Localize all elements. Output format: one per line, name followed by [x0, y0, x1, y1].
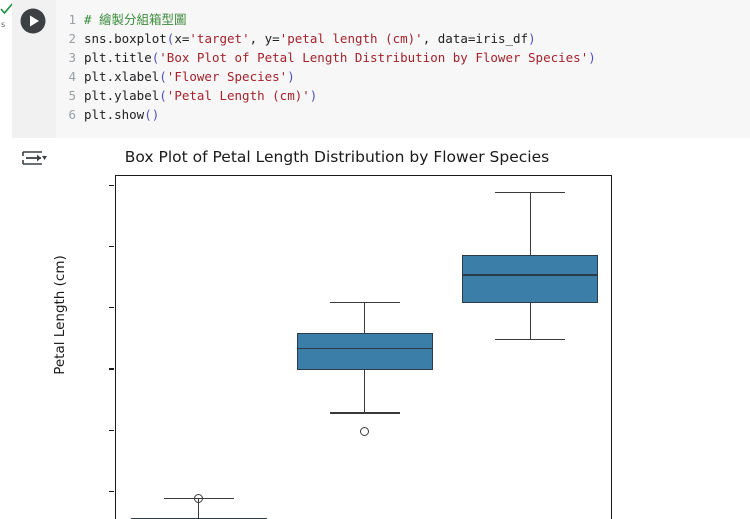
line-number: 5	[68, 88, 76, 103]
line-number: 2	[68, 31, 76, 46]
code-line: 3 plt.title('Box Plot of Petal Length Dis…	[56, 48, 750, 67]
code-line: 6 plt.show()	[56, 105, 750, 124]
whisker-upper	[363, 302, 366, 334]
chart-title: Box Plot of Petal Length Distribution by…	[124, 148, 550, 166]
code-token-plain: plt.show	[84, 107, 145, 122]
run-cell-button[interactable]	[20, 8, 46, 34]
code-editor[interactable]: 1 # 繪製分組箱型圖 2 sns.boxplot ( x='target', y='pe…	[56, 0, 750, 138]
line-number: 1	[68, 12, 76, 27]
code-token-plain: x=	[174, 31, 190, 46]
plot-axes	[115, 175, 612, 519]
box-iqr	[296, 333, 433, 371]
code-token-plain: , y=	[249, 31, 280, 46]
cell-output: Box Plot of Petal Length Distribution by…	[12, 138, 750, 519]
code-token-punct: )	[528, 31, 536, 46]
code-line: 4 plt.xlabel('Flower Species')	[56, 67, 750, 86]
code-line: 2 sns.boxplot(x='target', y='petal length…	[56, 29, 750, 48]
notebook-cell-screenshot: s 1 # 繪製分組箱型圖 2 sns.boxplot(x='target', y='…	[0, 0, 750, 519]
y-tick-mark	[109, 184, 114, 187]
code-token-str: 'Box Plot of Petal Length Distribution b…	[159, 50, 589, 65]
code-token-punct: )	[287, 69, 295, 84]
line-number: 3	[68, 50, 76, 65]
run-strip	[12, 0, 56, 138]
code-cell: 1 # 繪製分組箱型圖 2 sns.boxplot ( x='target', y='pe…	[12, 0, 750, 139]
code-token-punct: ()	[144, 107, 160, 122]
line-number: 6	[68, 107, 76, 122]
stream-output-icon[interactable]	[20, 146, 48, 170]
code-token-plain: sns.boxplot	[84, 31, 167, 46]
code-token-plain: plt.xlabel	[84, 69, 160, 84]
whisker-cap-upper	[329, 302, 400, 304]
code-token-plain: plt.ylabel	[84, 88, 160, 103]
code-line: 5 plt.ylabel('Petal Length (cm)')	[56, 86, 750, 105]
whisker-cap-upper	[495, 191, 566, 194]
code-token-plain: plt.title	[84, 50, 152, 65]
y-tick-mark	[109, 429, 114, 431]
code-line: 1 # 繪製分組箱型圖	[56, 10, 750, 29]
median-line	[462, 274, 599, 276]
left-gutter: s	[0, 0, 14, 519]
whisker-cap-lower	[329, 412, 400, 414]
median-line	[296, 347, 433, 350]
outlier-marker	[360, 426, 369, 436]
whisker-upper	[529, 192, 531, 255]
y-tick-mark	[109, 490, 114, 493]
gutter-small-label: s	[1, 20, 6, 29]
code-token-str: 'Petal Length (cm)'	[166, 88, 310, 103]
matplotlib-figure: Box Plot of Petal Length Distribution by…	[48, 142, 648, 519]
whisker-lower	[363, 370, 366, 413]
box-iqr	[462, 254, 599, 303]
code-token-str: 'target'	[189, 31, 250, 46]
y-tick-mark	[109, 368, 114, 370]
code-token-comment: # 繪製分組箱型圖	[84, 12, 187, 27]
code-token-punct: (	[159, 69, 167, 84]
line-number: 4	[68, 69, 76, 84]
y-tick-mark	[109, 307, 114, 309]
y-axis-label: Petal Length (cm)	[52, 255, 68, 375]
y-tick-mark	[109, 245, 114, 248]
code-token-punct: )	[309, 88, 318, 103]
code-token-str: 'Flower Species'	[166, 69, 288, 84]
code-token-punct: (	[159, 88, 167, 103]
whisker-lower	[529, 302, 531, 340]
code-token-str: 'petal length (cm)'	[279, 31, 423, 46]
code-token-punct: )	[588, 50, 596, 65]
whisker-cap-lower	[495, 338, 566, 341]
code-lines: 1 # 繪製分組箱型圖 2 sns.boxplot ( x='target', y='pe…	[56, 10, 750, 124]
outlier-marker	[194, 494, 204, 504]
code-token-plain: , data=iris_df	[422, 31, 529, 46]
